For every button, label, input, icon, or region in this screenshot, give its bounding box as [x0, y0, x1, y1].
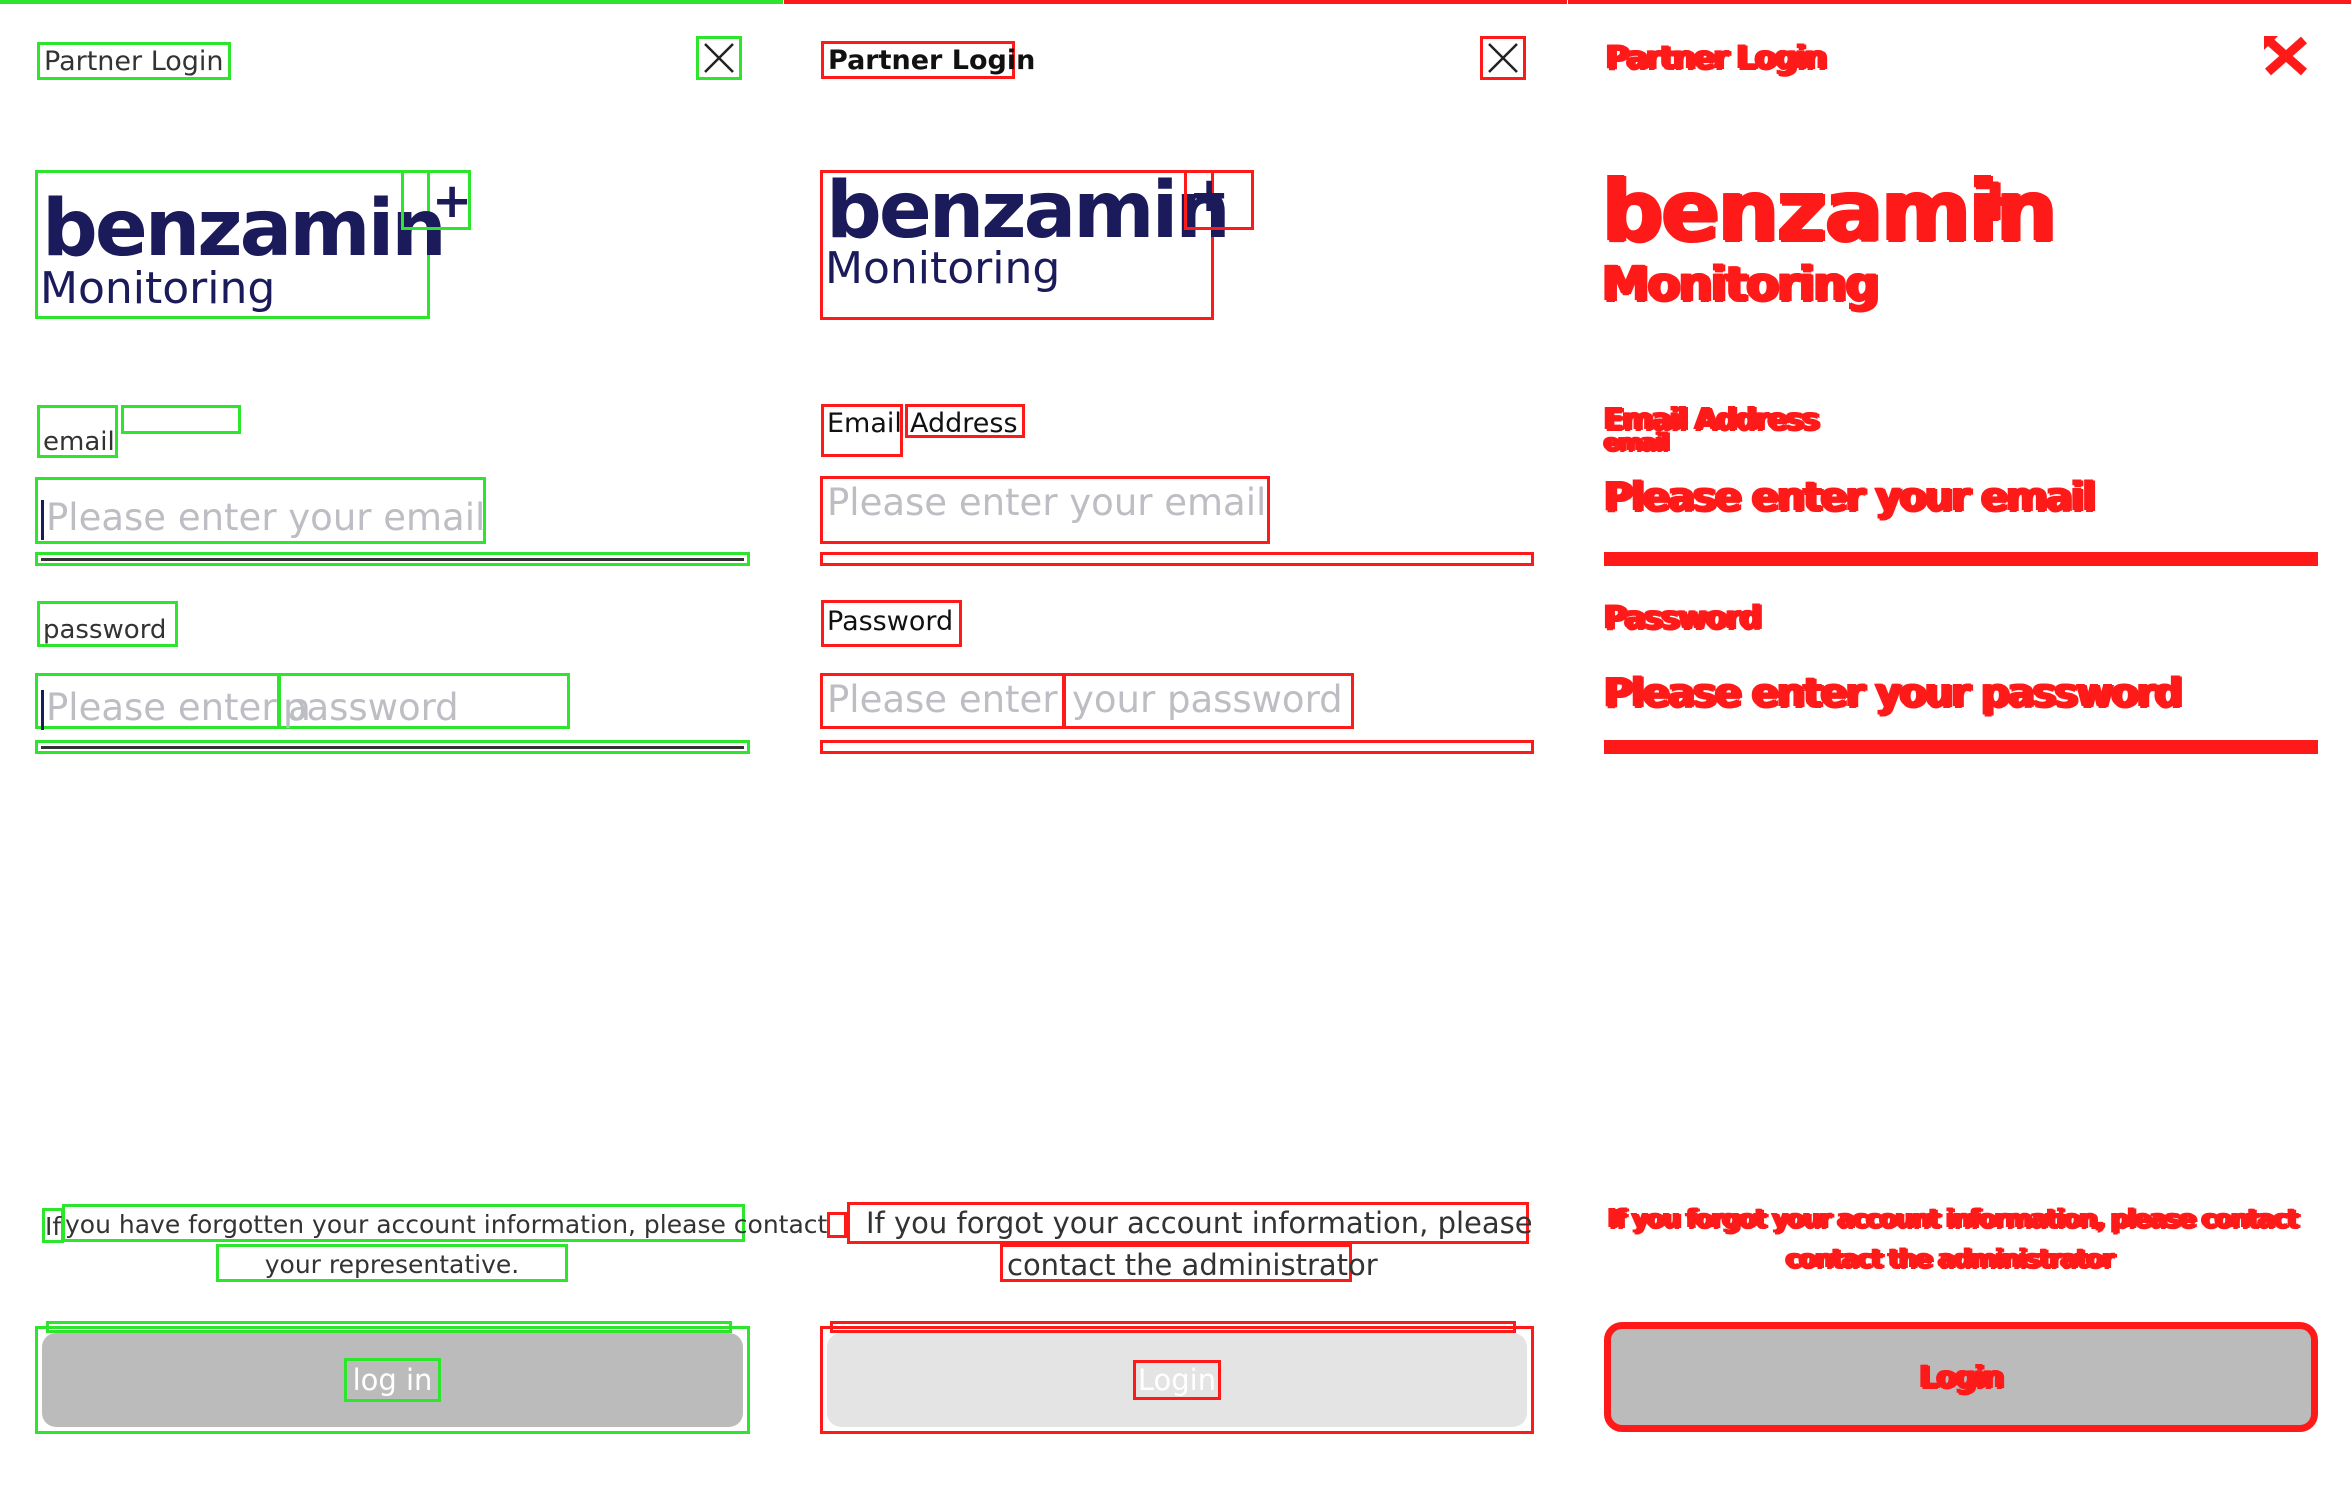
brand-subtitle: Monitoring — [825, 243, 1061, 294]
login-button[interactable]: log in — [42, 1333, 743, 1427]
panel-red-outline: Partner Login benzamin Monitoring + Emai… — [784, 0, 1567, 1486]
login-button-frame: log in — [35, 1326, 750, 1434]
forgot-note-line2: contact the administrator — [1786, 1244, 2115, 1274]
close-button[interactable] — [696, 36, 742, 80]
close-button[interactable] — [1480, 36, 1526, 80]
email-input[interactable]: Please enter your email — [35, 477, 486, 544]
login-button-label: Login — [1919, 1359, 2005, 1395]
password-placeholder-a: Please enter a — [46, 686, 311, 729]
login-button-frame: Login — [820, 1326, 1534, 1434]
password-input[interactable]: Please enter a — [35, 673, 311, 730]
password-label: Password — [821, 600, 962, 647]
email-input[interactable]: Please enter your email — [820, 476, 1270, 544]
brand-name: benzamin — [826, 166, 1231, 256]
page-title: Partner Login — [37, 42, 231, 80]
brand-plus-mark: + — [1184, 170, 1254, 230]
email-label-sub: email — [1604, 428, 1670, 456]
brand-plus: + — [1970, 164, 2020, 234]
email-placeholder: Please enter your email — [46, 496, 486, 539]
note-prefix: If — [42, 1208, 64, 1243]
forgot-note-line1: If you forgot your account information, … — [1608, 1204, 2299, 1234]
password-label: password — [37, 601, 178, 647]
note-marker — [827, 1212, 847, 1238]
login-button[interactable]: Login — [827, 1333, 1527, 1427]
brand-plus: + — [1189, 167, 1230, 223]
password-input[interactable]: Please enter your password — [1604, 670, 2183, 716]
page-title: Partner Login — [1606, 38, 1828, 76]
brand-subtitle: Monitoring — [40, 263, 276, 314]
login-button-label-box: Login — [1132, 1360, 1222, 1400]
forgot-note-line1: you have forgotten your account informat… — [62, 1204, 827, 1242]
forgot-note-line2: contact the administrator — [1000, 1244, 1378, 1282]
text-caret — [41, 499, 44, 540]
login-button-label-box: log in — [343, 1358, 442, 1402]
email-underline — [1604, 552, 2318, 566]
brand-logo: benzamin Monitoring — [35, 170, 447, 319]
password-placeholder-b: your password — [1072, 678, 1343, 721]
password-underline — [1604, 740, 2318, 754]
brand-name: benzamin — [42, 184, 447, 274]
top-accent-bar — [0, 0, 783, 4]
email-label-address: Address — [905, 404, 1025, 439]
email-label-extra — [121, 405, 241, 434]
close-icon — [2264, 36, 2307, 76]
password-placeholder-a: Please enter — [827, 678, 1058, 721]
top-accent-bar — [784, 0, 1567, 4]
close-button[interactable] — [2262, 34, 2310, 78]
email-underline — [820, 552, 1534, 566]
panel-green: Partner Login benzamin Monitoring + emai… — [0, 0, 827, 1486]
email-label: Email — [821, 404, 903, 457]
brand-subtitle: Monitoring — [1602, 256, 1880, 312]
close-icon — [1488, 43, 1518, 73]
login-button-label: log in — [352, 1363, 433, 1397]
brand-plus-mark: + — [401, 170, 473, 230]
email-input[interactable]: Please enter your email — [1604, 474, 2096, 520]
brand-logo: benzamin Monitoring — [820, 170, 1231, 320]
email-label: email — [37, 405, 118, 458]
email-underline — [35, 552, 750, 566]
text-caret — [41, 689, 44, 730]
password-label: Password — [1604, 598, 1763, 636]
forgot-note-line1: If you forgot your account information, … — [847, 1202, 1533, 1244]
password-placeholder-box: your password — [1063, 673, 1354, 729]
page-title: Partner Login — [821, 41, 1035, 79]
close-icon — [704, 43, 734, 73]
email-placeholder: Please enter your email — [827, 481, 1267, 524]
password-underline — [35, 740, 750, 754]
top-accent-bar — [1568, 0, 2351, 4]
password-underline — [820, 740, 1534, 754]
password-placeholder-b: password — [283, 686, 459, 729]
password-placeholder-box: password — [278, 673, 570, 729]
login-button[interactable]: Login — [1604, 1322, 2318, 1432]
brand-plus: + — [432, 173, 473, 229]
panel-red-filled: Partner Login benzamin + Monitoring Emai… — [1568, 0, 2351, 1486]
login-button-label: Login — [1137, 1363, 1217, 1397]
forgot-note-line2: your representative. — [216, 1244, 568, 1282]
password-input[interactable]: Please enter — [820, 673, 1065, 729]
